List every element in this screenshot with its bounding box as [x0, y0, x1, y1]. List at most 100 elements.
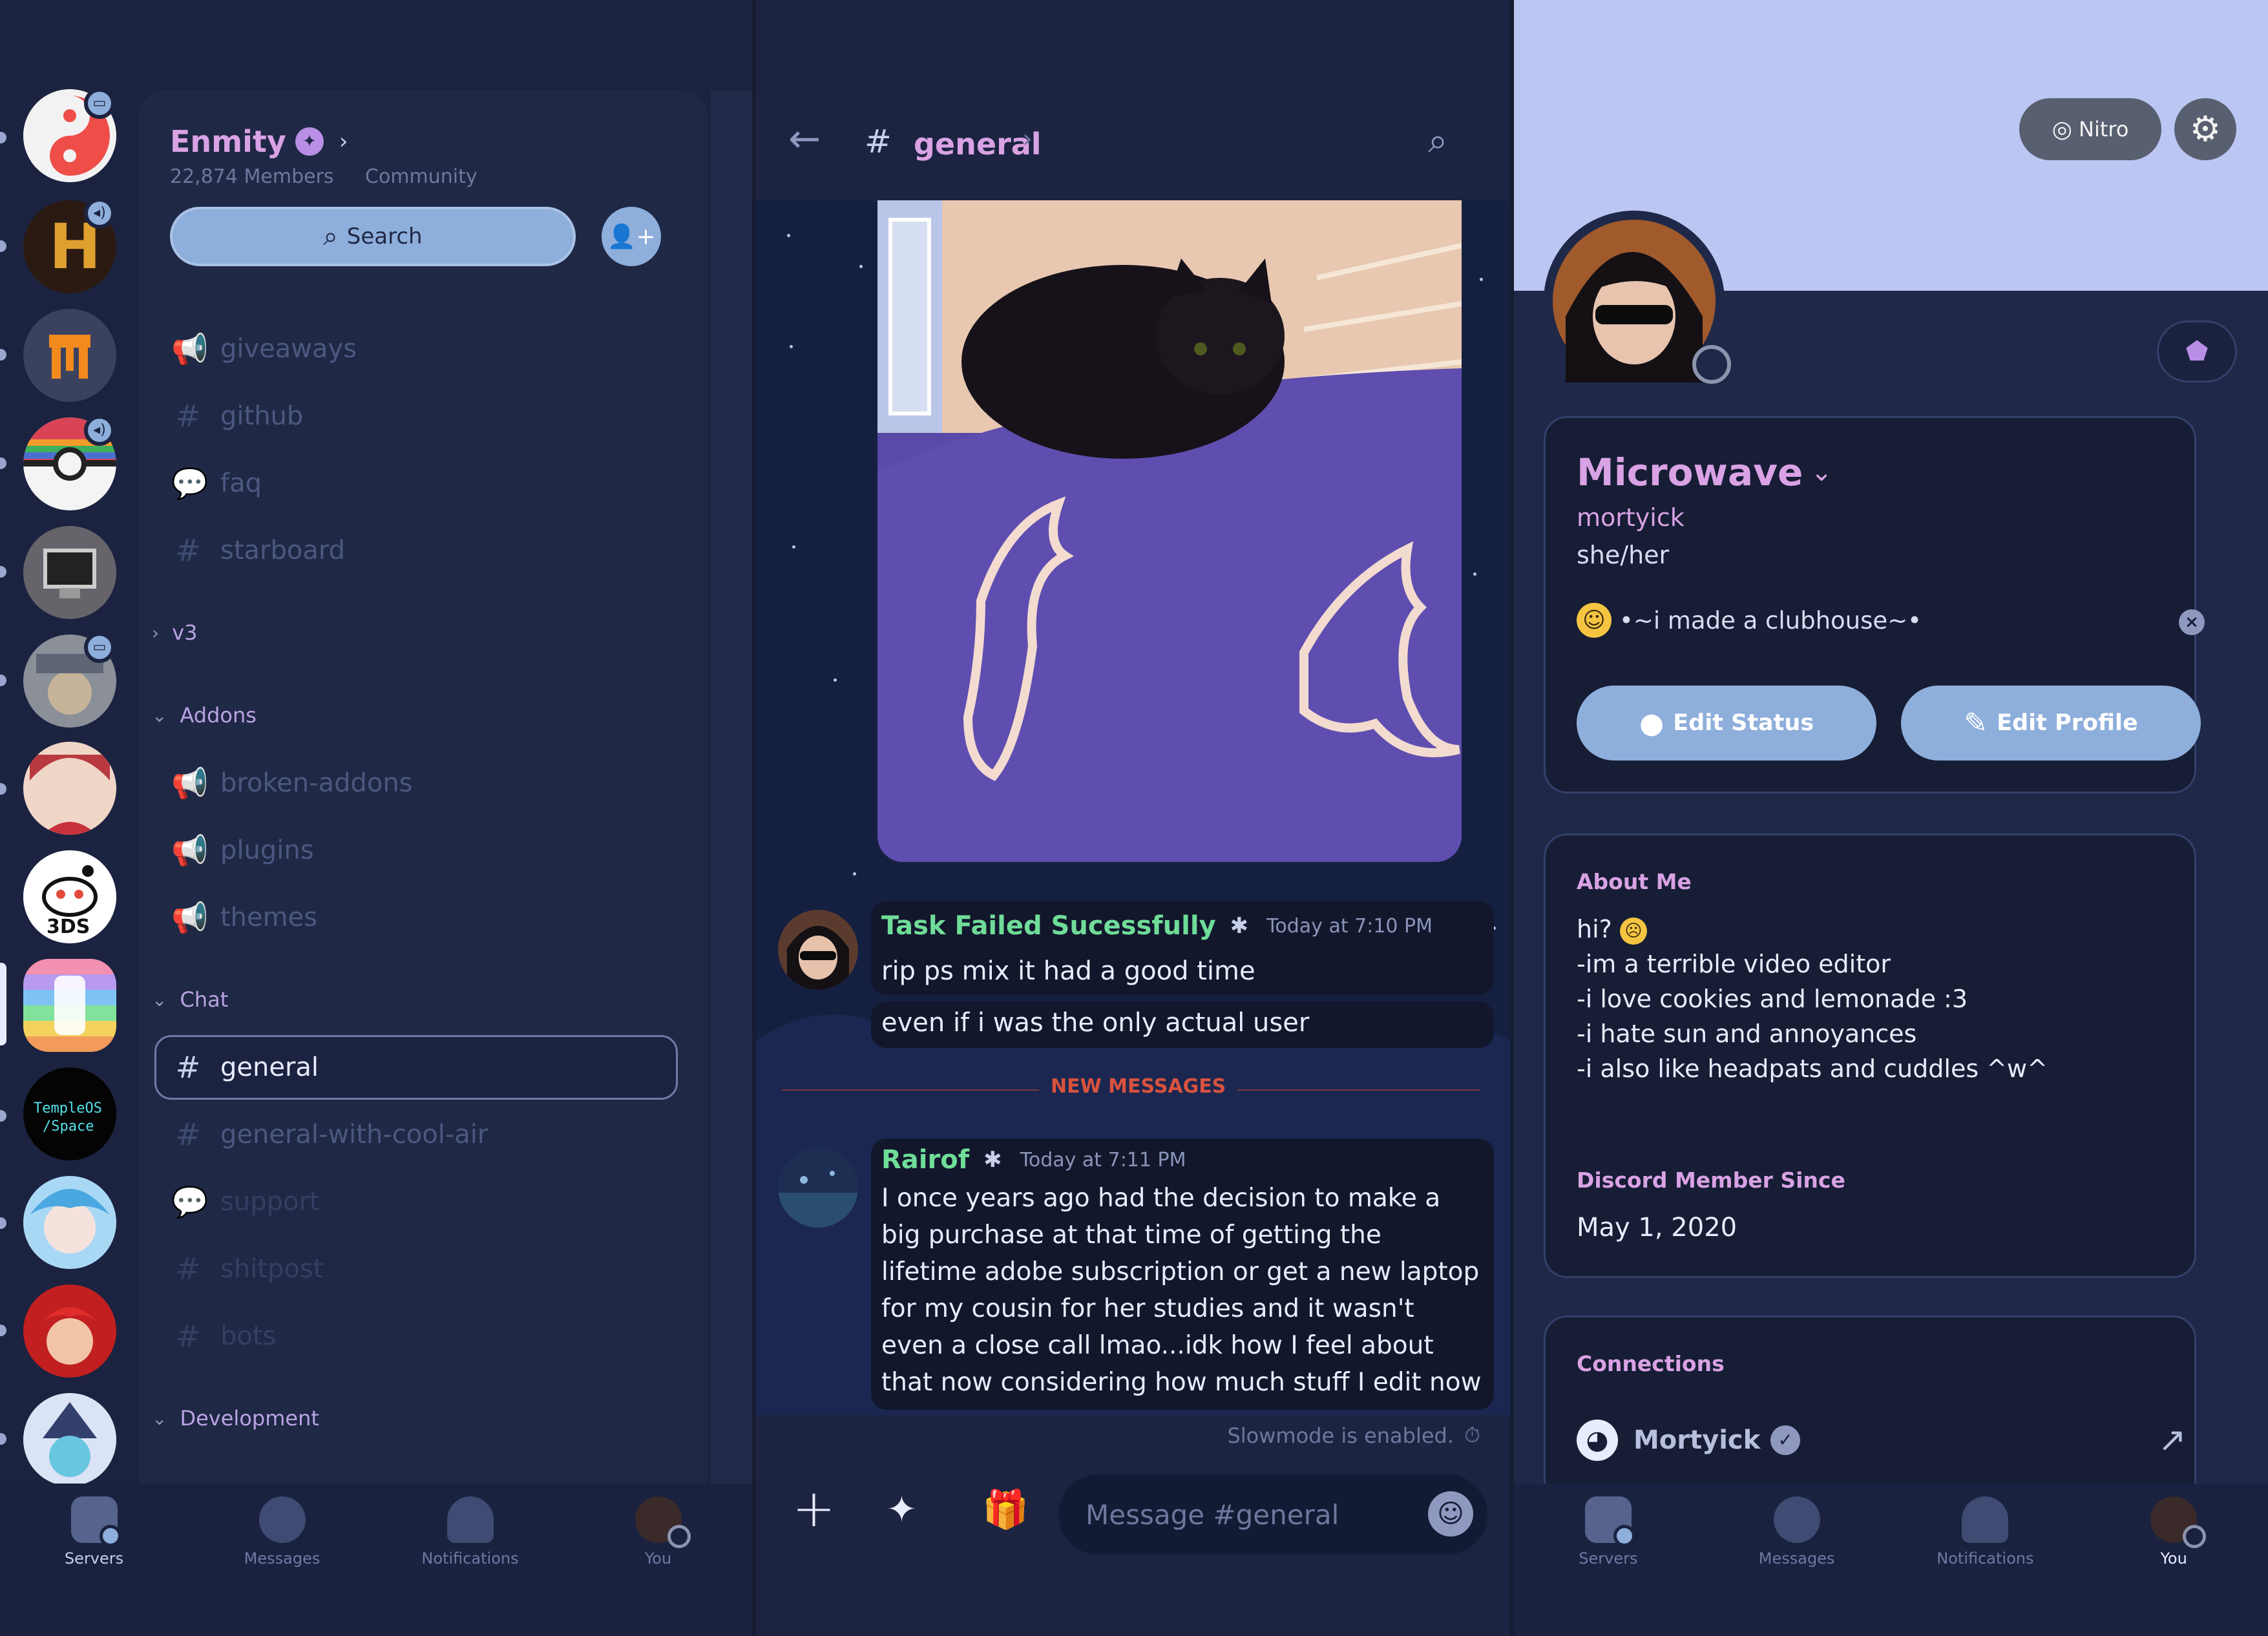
- plugin-badge-icon: ✱: [983, 1147, 1002, 1173]
- connection-github[interactable]: ◕ Mortyick ✓: [1577, 1420, 1801, 1461]
- channel-faq[interactable]: 💬 faq: [171, 457, 262, 509]
- bottom-tab-bar: Servers Messages Notifications You: [0, 1484, 752, 1636]
- server-header[interactable]: Enmity ✦ ›: [170, 124, 348, 159]
- channel-general-with-cool-air[interactable]: # general-with-cool-air: [171, 1109, 488, 1160]
- channel-broken-addons[interactable]: 📢 broken-addons: [171, 757, 413, 809]
- channel-label: starboard: [220, 536, 345, 565]
- edit-profile-button[interactable]: ✎ Edit Profile: [1901, 686, 2201, 760]
- message-input[interactable]: Message #general ☺: [1058, 1474, 1487, 1555]
- member-count: 22,874 Members: [170, 165, 334, 188]
- about-line: -i love cookies and lemonade :3: [1577, 985, 1968, 1013]
- avatar[interactable]: [778, 910, 858, 990]
- channel-bots[interactable]: # bots: [171, 1310, 277, 1362]
- channel-themes[interactable]: 📢 themes: [171, 892, 317, 943]
- hypesquad-badge-icon[interactable]: ⬟: [2157, 320, 2237, 383]
- unread-pip: [0, 675, 6, 686]
- forum-icon: 💬: [171, 465, 209, 501]
- chat-bubble-icon: ●: [1639, 706, 1664, 740]
- channel-shitpost[interactable]: # shitpost: [171, 1243, 324, 1295]
- unread-pip: [0, 349, 6, 361]
- add-attachment-button[interactable]: +: [792, 1478, 835, 1538]
- profile-panel: ◎ Nitro ⚙ ⬟ Microwave ⌄ mortyick she/her …: [1514, 0, 2268, 1636]
- channel-github[interactable]: # github: [171, 390, 304, 442]
- open-external-icon[interactable]: ↗: [2158, 1421, 2187, 1460]
- server-icon-m[interactable]: [23, 309, 116, 402]
- channel-plugins[interactable]: 📢 plugins: [171, 824, 314, 876]
- category-addons[interactable]: ⌄ Addons: [152, 703, 257, 728]
- server-3ds-label: 3DS: [47, 916, 90, 938]
- edit-status-button[interactable]: ● Edit Status: [1577, 686, 1876, 760]
- category-development[interactable]: ⌄ Development: [152, 1406, 319, 1431]
- author-name[interactable]: Task Failed Sucessfully: [881, 911, 1216, 941]
- author-name[interactable]: Rairof: [881, 1145, 969, 1175]
- unread-pip: [0, 1433, 6, 1445]
- unread-pip: [0, 783, 6, 795]
- chevron-down-icon: ⌄: [152, 989, 167, 1011]
- channel-starboard[interactable]: # starboard: [171, 525, 345, 576]
- search-icon[interactable]: ⌕: [1428, 120, 1447, 162]
- grinning-emoji-icon: ☺: [1577, 603, 1612, 638]
- back-arrow-icon[interactable]: ←: [788, 116, 821, 162]
- apps-icon[interactable]: ✦: [887, 1489, 917, 1531]
- profile-card: Microwave ⌄ mortyick she/her ☺ •~i made …: [1544, 416, 2205, 793]
- channel-label: themes: [220, 903, 318, 932]
- invite-member-button[interactable]: 👤+: [602, 207, 661, 266]
- message-area: Task Failed Sucessfully ✱ Today at 7:10 …: [756, 200, 1510, 1415]
- server-icon-computer[interactable]: [23, 526, 116, 619]
- search-button[interactable]: ⌕ Search: [170, 207, 576, 266]
- display-name-row[interactable]: Microwave ⌄: [1577, 450, 1832, 494]
- unread-pip: [0, 240, 6, 252]
- tab-messages[interactable]: Messages: [218, 1496, 347, 1636]
- add-user-icon: 👤+: [607, 224, 656, 250]
- timestamp: Today at 7:11 PM: [1020, 1148, 1186, 1171]
- unread-pip: [0, 1217, 6, 1229]
- server-icon-anime-red[interactable]: [23, 742, 116, 835]
- tab-label: Servers: [64, 1549, 124, 1568]
- tab-servers[interactable]: Servers: [1544, 1496, 1673, 1636]
- message-text: I once years ago had the decision to mak…: [881, 1184, 1482, 1397]
- avatar[interactable]: [1553, 220, 1716, 383]
- category-chat[interactable]: ⌄ Chat: [152, 987, 228, 1012]
- hash-icon: #: [175, 533, 201, 568]
- server-icon-wizard[interactable]: [23, 1393, 116, 1486]
- settings-gear-icon[interactable]: ⚙: [2174, 98, 2236, 160]
- server-icon-reddit-3ds[interactable]: 3DS: [23, 850, 116, 943]
- server-icon-templeos[interactable]: TempleOS/Space: [23, 1067, 116, 1160]
- gift-icon[interactable]: 🎁: [982, 1487, 1029, 1532]
- clear-status-icon[interactable]: ×: [2179, 609, 2205, 635]
- custom-status[interactable]: ☺ •~i made a clubhouse~•: [1577, 603, 1922, 638]
- unread-pip: [0, 132, 6, 143]
- hash-icon: #: [865, 123, 892, 160]
- display-name: Microwave: [1577, 450, 1803, 494]
- hash-icon: #: [175, 1319, 201, 1354]
- server-icon-anime-blue[interactable]: [23, 1176, 116, 1269]
- avatar[interactable]: [778, 1148, 858, 1228]
- connection-name: Mortyick: [1633, 1425, 1761, 1455]
- tab-notifications[interactable]: Notifications: [1920, 1496, 2050, 1636]
- emoji-icon[interactable]: ☺: [1428, 1491, 1473, 1536]
- tab-servers[interactable]: Servers: [30, 1496, 159, 1636]
- tab-notifications[interactable]: Notifications: [406, 1496, 535, 1636]
- channel-giveaways[interactable]: 📢 giveaways: [171, 323, 357, 375]
- category-v3[interactable]: › v3: [152, 620, 198, 645]
- nitro-icon: ◎: [2052, 116, 2072, 143]
- bell-icon: [446, 1496, 494, 1543]
- nitro-button[interactable]: ◎ Nitro: [2019, 98, 2161, 160]
- channel-label: broken-addons: [220, 768, 413, 798]
- server-icon-enmity-rainbow[interactable]: [23, 959, 116, 1052]
- channel-label: support: [220, 1187, 320, 1217]
- server-icon-anime-redhair[interactable]: [23, 1285, 116, 1378]
- channel-support[interactable]: 💬 support: [171, 1176, 320, 1228]
- about-line: -im a terrible video editor: [1577, 950, 1891, 978]
- message-text: even if i was the only actual user: [881, 1008, 1310, 1038]
- attached-image[interactable]: [877, 200, 1462, 862]
- tab-you[interactable]: You: [594, 1496, 723, 1636]
- channel-list: Enmity ✦ › 22,874 Members Community ⌕ Se…: [139, 90, 708, 1486]
- tab-you[interactable]: You: [2109, 1496, 2238, 1636]
- message-header: Task Failed Sucessfully ✱ Today at 7:10 …: [881, 911, 1433, 941]
- connections-title: Connections: [1577, 1351, 1725, 1376]
- chat-panel: ← # general › ⌕ Task Failed Sucessfully …: [756, 0, 1510, 1636]
- tab-messages[interactable]: Messages: [1732, 1496, 1862, 1636]
- channel-general[interactable]: # general: [171, 1042, 319, 1093]
- about-title: About Me: [1577, 869, 1692, 894]
